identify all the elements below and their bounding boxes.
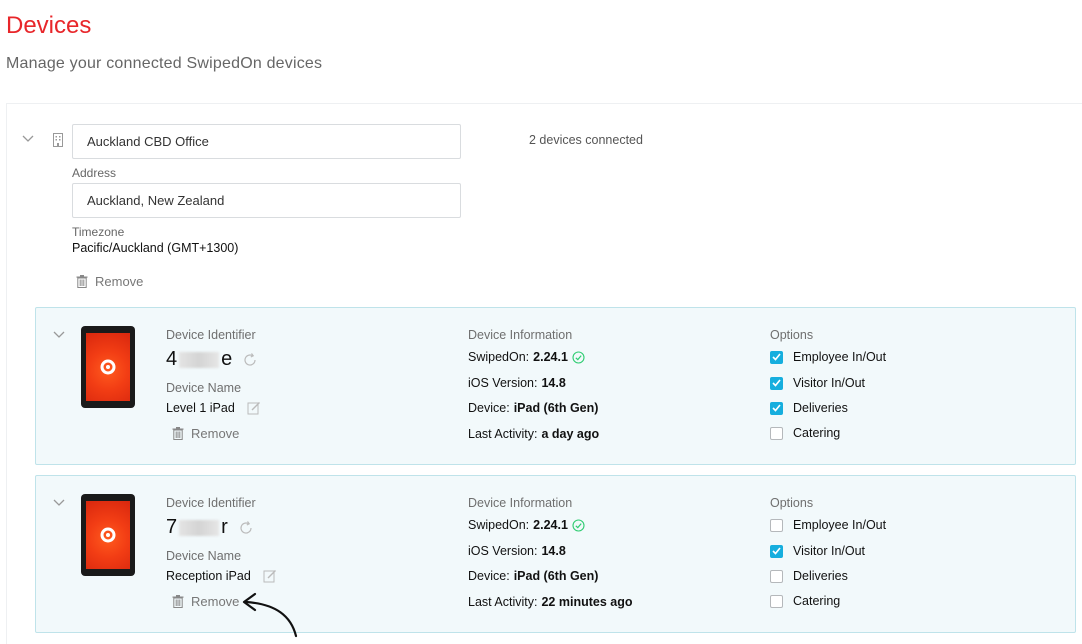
swipedon-version: SwipedOn: 2.24.1 (468, 518, 585, 532)
ipad-icon (81, 494, 135, 576)
timezone-label: Timezone (72, 225, 125, 239)
chevron-down-icon[interactable] (22, 135, 34, 143)
option-deliveries[interactable]: Deliveries (770, 401, 848, 415)
device-name: Level 1 iPad (166, 401, 261, 415)
checkmark-icon (772, 547, 781, 555)
checkmark-icon (772, 379, 781, 387)
timezone-value[interactable]: Pacific/Auckland (GMT+1300) (72, 241, 238, 255)
page-subtitle: Manage your connected SwipedOn devices (6, 55, 323, 72)
devices-connected-count: 2 devices connected (529, 133, 643, 147)
device-card: Device Identifier 7 r Device Name Recept… (35, 475, 1076, 633)
checkbox[interactable] (770, 426, 783, 440)
chevron-down-icon[interactable] (53, 331, 65, 339)
device-name: Reception iPad (166, 569, 277, 583)
trash-icon (172, 427, 184, 440)
checkbox[interactable] (770, 569, 783, 583)
checkbox[interactable] (770, 518, 783, 532)
check-circle-icon (572, 350, 585, 364)
option-employee-in-out[interactable]: Employee In/Out (770, 350, 886, 364)
device-name-label: Device Name (166, 381, 242, 395)
location-name-input[interactable] (72, 124, 461, 159)
device-information-label: Device Information (468, 328, 573, 342)
swipedon-logo-icon (100, 527, 116, 543)
option-deliveries[interactable]: Deliveries (770, 569, 848, 583)
identifier-redacted (179, 351, 220, 368)
edit-icon[interactable] (263, 569, 277, 583)
edit-icon[interactable] (247, 401, 261, 415)
trash-icon (172, 595, 184, 608)
options-label: Options (770, 496, 814, 510)
checkmark-icon (772, 404, 781, 412)
address-label: Address (72, 166, 117, 180)
device-model: Device: iPad (6th Gen) (468, 569, 599, 583)
device-card: Device Identifier 4 e Device Name Level … (35, 307, 1076, 465)
check-circle-icon (572, 518, 585, 532)
option-catering[interactable]: Catering (770, 426, 840, 440)
device-identifier-label: Device Identifier (166, 328, 256, 342)
checkbox[interactable] (770, 594, 783, 608)
last-activity: Last Activity: 22 minutes ago (468, 595, 633, 609)
remove-device-button[interactable]: Remove (172, 426, 239, 441)
device-identifier: 7 r (166, 516, 254, 539)
ipad-icon (81, 326, 135, 408)
checkbox[interactable] (770, 376, 783, 390)
last-activity: Last Activity: a day ago (468, 427, 600, 441)
checkbox[interactable] (770, 544, 783, 558)
trash-icon (76, 275, 88, 288)
option-employee-in-out[interactable]: Employee In/Out (770, 518, 886, 532)
option-visitor-in-out[interactable]: Visitor In/Out (770, 376, 865, 390)
option-visitor-in-out[interactable]: Visitor In/Out (770, 544, 865, 558)
device-name-label: Device Name (166, 549, 242, 563)
device-identifier: 4 e (166, 348, 258, 371)
checkbox[interactable] (770, 350, 783, 364)
device-model: Device: iPad (6th Gen) (468, 401, 599, 415)
remove-location-button[interactable]: Remove (76, 274, 143, 289)
checkmark-icon (772, 353, 781, 361)
page-title: Devices (6, 12, 92, 39)
identifier-redacted (179, 519, 220, 536)
ios-version: iOS Version: 14.8 (468, 376, 566, 390)
address-input[interactable] (72, 183, 461, 218)
remove-location-label: Remove (95, 274, 144, 289)
ios-version: iOS Version: 14.8 (468, 544, 566, 558)
options-label: Options (770, 328, 814, 342)
building-icon (53, 133, 63, 147)
option-catering[interactable]: Catering (770, 594, 840, 608)
refresh-icon[interactable] (242, 352, 258, 368)
swipedon-logo-icon (100, 359, 116, 375)
checkbox[interactable] (770, 401, 783, 415)
refresh-icon[interactable] (238, 520, 254, 536)
swipedon-version: SwipedOn: 2.24.1 (468, 350, 585, 364)
device-identifier-label: Device Identifier (166, 496, 256, 510)
remove-device-button[interactable]: Remove (172, 594, 239, 609)
chevron-down-icon[interactable] (53, 499, 65, 507)
device-information-label: Device Information (468, 496, 573, 510)
annotation-arrow-icon (242, 592, 298, 638)
